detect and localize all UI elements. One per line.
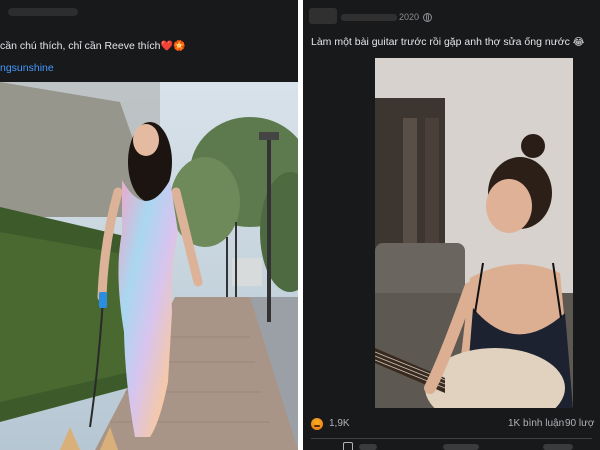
blurred-author xyxy=(309,8,337,24)
blurred-date xyxy=(341,14,397,21)
globe-icon xyxy=(423,13,432,22)
comment-count[interactable]: 1K bình luận xyxy=(508,418,564,429)
right-post-caption: Làm một bài guitar trước rồi gặp anh thợ… xyxy=(311,36,584,48)
left-caption-text: cần chú thích, chỉ cần Reeve thích xyxy=(0,40,161,52)
like-button[interactable] xyxy=(359,444,377,450)
right-post-photo[interactable] xyxy=(375,58,573,408)
reaction-bar: 1,9K 1K bình luận 90 lượ xyxy=(303,410,600,438)
left-post-meta xyxy=(0,0,298,24)
share-button[interactable] xyxy=(543,444,573,450)
woman-walking-dog-photo xyxy=(0,82,298,450)
share-count[interactable]: 90 lượ xyxy=(565,418,594,429)
reaction-count[interactable]: 1,9K xyxy=(329,418,350,429)
action-row xyxy=(303,440,600,450)
woman-playing-guitar-photo xyxy=(375,58,573,408)
divider xyxy=(311,438,592,439)
left-post-photo[interactable] xyxy=(0,82,298,450)
like-icon[interactable] xyxy=(343,442,353,450)
left-post: cần chú thích, chỉ cần Reeve thích❤️🏵️ n… xyxy=(0,0,298,450)
left-post-header: cần chú thích, chỉ cần Reeve thích❤️🏵️ n… xyxy=(0,0,298,82)
laughing-emoji-icon: 😂 xyxy=(572,37,585,48)
left-post-caption: cần chú thích, chỉ cần Reeve thích❤️🏵️ xyxy=(0,40,185,52)
blurred-author xyxy=(8,8,78,16)
right-caption-text: Làm một bài guitar trước rồi gặp anh thợ… xyxy=(311,36,570,48)
angry-reaction-icon[interactable] xyxy=(311,418,323,430)
right-post-header: 2020 · Làm một bài guitar trước rồi gặp … xyxy=(303,0,600,58)
comment-button[interactable] xyxy=(443,444,479,450)
separator-dot: · xyxy=(417,12,420,22)
heart-emoji-icon: ❤️🏵️ xyxy=(160,41,186,52)
left-post-hashtag[interactable]: ngsunshine xyxy=(0,62,54,74)
right-post: 2020 · Làm một bài guitar trước rồi gặp … xyxy=(303,0,600,450)
